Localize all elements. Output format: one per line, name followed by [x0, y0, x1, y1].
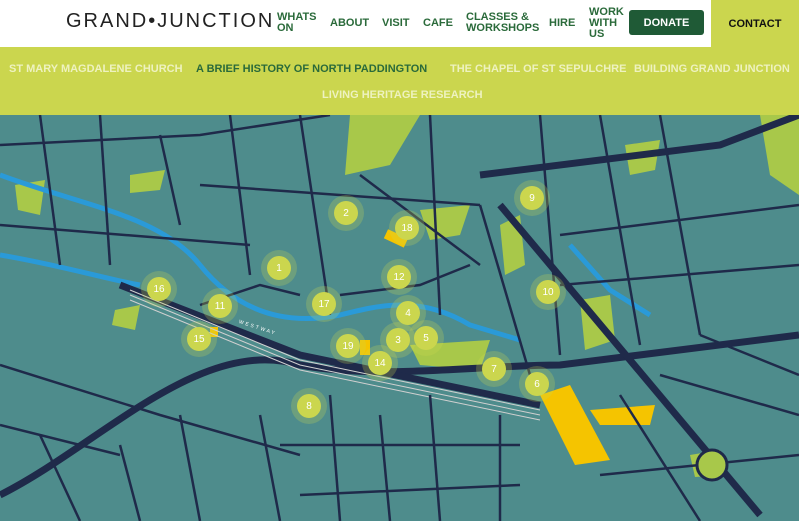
subnav-building[interactable]: BUILDING GRAND JUNCTION — [634, 63, 790, 75]
nav-work-with-us[interactable]: WORK WITH US — [589, 7, 625, 40]
map-marker[interactable]: 8 — [297, 394, 321, 418]
map-marker[interactable]: 18 — [395, 216, 419, 240]
sub-nav: ST MARY MAGDALENE CHURCH A BRIEF HISTORY… — [0, 47, 799, 115]
heritage-map[interactable]: WESTWAY 1 2 3 4 5 6 7 8 9 10 11 12 14 15… — [0, 115, 799, 521]
map-marker[interactable]: 10 — [536, 280, 560, 304]
nav-classes-workshops[interactable]: CLASSES & WORKSHOPS — [466, 12, 539, 34]
logo[interactable]: GRAND•JUNCTION — [66, 10, 274, 33]
map-marker[interactable]: 9 — [520, 186, 544, 210]
map-marker[interactable]: 15 — [187, 327, 211, 351]
map-marker[interactable]: 2 — [334, 201, 358, 225]
map-marker[interactable]: 11 — [208, 294, 232, 318]
map-marker[interactable]: 6 — [525, 372, 549, 396]
map-marker[interactable]: 17 — [312, 292, 336, 316]
contact-button[interactable]: CONTACT — [711, 0, 799, 47]
map-marker[interactable]: 4 — [396, 301, 420, 325]
map-marker[interactable]: 14 — [368, 351, 392, 375]
nav-hire[interactable]: HIRE — [549, 18, 575, 29]
map-marker[interactable]: 1 — [267, 256, 291, 280]
subnav-chapel[interactable]: THE CHAPEL OF ST SEPULCHRE — [450, 63, 626, 75]
nav-about[interactable]: ABOUT — [330, 18, 369, 29]
map-marker[interactable]: 7 — [482, 357, 506, 381]
map-marker[interactable]: 5 — [414, 326, 438, 350]
subnav-brief-history[interactable]: A BRIEF HISTORY OF NORTH PADDINGTON — [196, 63, 427, 75]
map-marker[interactable]: 16 — [147, 277, 171, 301]
subnav-living-heritage[interactable]: LIVING HERITAGE RESEARCH — [322, 89, 483, 101]
map-marker[interactable]: 19 — [336, 334, 360, 358]
site-header: GRAND•JUNCTION WHATS ON ABOUT VISIT CAFE… — [0, 0, 799, 47]
subnav-st-mary[interactable]: ST MARY MAGDALENE CHURCH — [9, 63, 183, 75]
map-marker[interactable]: 3 — [386, 328, 410, 352]
donate-button[interactable]: DONATE — [629, 10, 704, 35]
nav-cafe[interactable]: CAFE — [423, 18, 453, 29]
nav-visit[interactable]: VISIT — [382, 18, 410, 29]
nav-whats-on[interactable]: WHATS ON — [277, 12, 317, 34]
map-marker[interactable]: 12 — [387, 265, 411, 289]
